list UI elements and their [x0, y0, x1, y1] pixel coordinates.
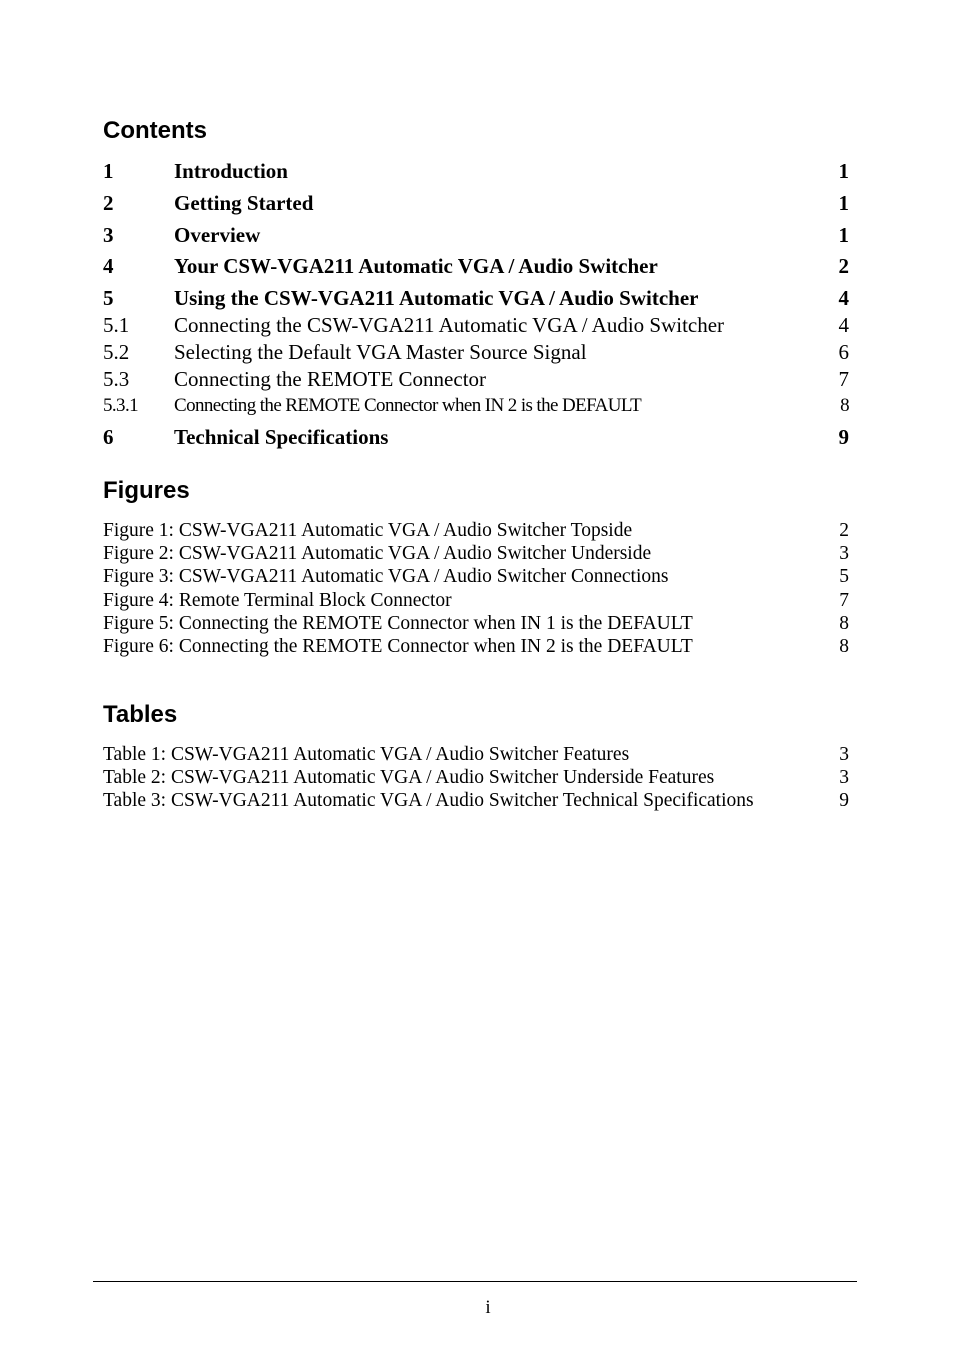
toc-entry-number: 5.1: [103, 313, 130, 337]
contents-heading: Contents: [103, 117, 207, 144]
figure-entry-page: 2: [839, 520, 849, 541]
toc-entry-number: 5.3.1: [103, 395, 139, 416]
toc-entry-page: 1: [838, 223, 850, 247]
toc-entry-title[interactable]: Overview: [174, 225, 260, 246]
toc-entry-title[interactable]: Technical Specifications: [174, 427, 388, 448]
figure-entry-title[interactable]: Figure 4: Remote Terminal Block Connecto…: [103, 591, 452, 611]
toc-entry-page: 6: [838, 340, 850, 364]
toc-entry-number: 3: [103, 223, 114, 247]
figure-entry-title[interactable]: Figure 3: CSW-VGA211 Automatic VGA / Aud…: [103, 567, 668, 587]
toc-entry-number: 5.3: [103, 367, 130, 391]
toc-entry-page: 4: [838, 286, 850, 310]
toc-entry-number: 2: [103, 191, 114, 215]
toc-entry-number: 5.2: [103, 340, 130, 364]
figure-entry-page: 8: [839, 613, 849, 634]
toc-entry-page: 4: [838, 313, 850, 337]
toc-entry-title[interactable]: Connecting the REMOTE Connector when IN …: [174, 396, 642, 415]
figure-entry-title[interactable]: Figure 5: Connecting the REMOTE Connecto…: [103, 614, 693, 634]
toc-entry-title[interactable]: Introduction: [174, 161, 288, 182]
toc-entry-page: 7: [838, 367, 850, 391]
figure-entry-page: 8: [839, 636, 849, 657]
document-page: Contents 1 Introduction 1 2 Getting Star…: [0, 0, 954, 1352]
toc-entry-number: 4: [103, 254, 114, 278]
toc-entry-title[interactable]: Getting Started: [174, 193, 313, 214]
toc-entry-title[interactable]: Selecting the Default VGA Master Source …: [174, 342, 587, 363]
figure-entry-title[interactable]: Figure 2: CSW-VGA211 Automatic VGA / Aud…: [103, 544, 651, 564]
toc-entry-title[interactable]: Your CSW-VGA211 Automatic VGA / Audio Sw…: [174, 256, 658, 277]
toc-entry-title[interactable]: Using the CSW-VGA211 Automatic VGA / Aud…: [174, 288, 698, 309]
footer-divider: [93, 1281, 857, 1282]
table-entry-title[interactable]: Table 1: CSW-VGA211 Automatic VGA / Audi…: [103, 745, 629, 765]
toc-entry-title[interactable]: Connecting the REMOTE Connector: [174, 369, 486, 390]
tables-heading: Tables: [103, 701, 178, 728]
table-entry-page: 3: [839, 744, 849, 765]
toc-entry-page: 9: [838, 425, 850, 449]
toc-entry-page: 1: [838, 159, 850, 183]
figure-entry-page: 5: [839, 566, 849, 587]
toc-entry-page: 1: [838, 191, 850, 215]
toc-entry-number: 1: [103, 159, 114, 183]
figures-heading: Figures: [103, 477, 190, 504]
toc-entry-page: 8: [840, 395, 850, 416]
table-entry-title[interactable]: Table 2: CSW-VGA211 Automatic VGA / Audi…: [103, 768, 714, 788]
toc-entry-title[interactable]: Connecting the CSW-VGA211 Automatic VGA …: [174, 315, 724, 336]
toc-entry-page: 2: [838, 254, 850, 278]
figure-entry-title[interactable]: Figure 6: Connecting the REMOTE Connecto…: [103, 637, 693, 657]
figure-entry-page: 7: [839, 590, 849, 611]
table-entry-title[interactable]: Table 3: CSW-VGA211 Automatic VGA / Audi…: [103, 791, 754, 811]
table-entry-page: 3: [839, 767, 849, 788]
figure-entry-page: 3: [839, 543, 849, 564]
footer-page-number: i: [485, 1297, 491, 1318]
figure-entry-title[interactable]: Figure 1: CSW-VGA211 Automatic VGA / Aud…: [103, 521, 632, 541]
table-entry-page: 9: [839, 790, 849, 811]
toc-entry-number: 5: [103, 286, 114, 310]
toc-entry-number: 6: [103, 425, 114, 449]
